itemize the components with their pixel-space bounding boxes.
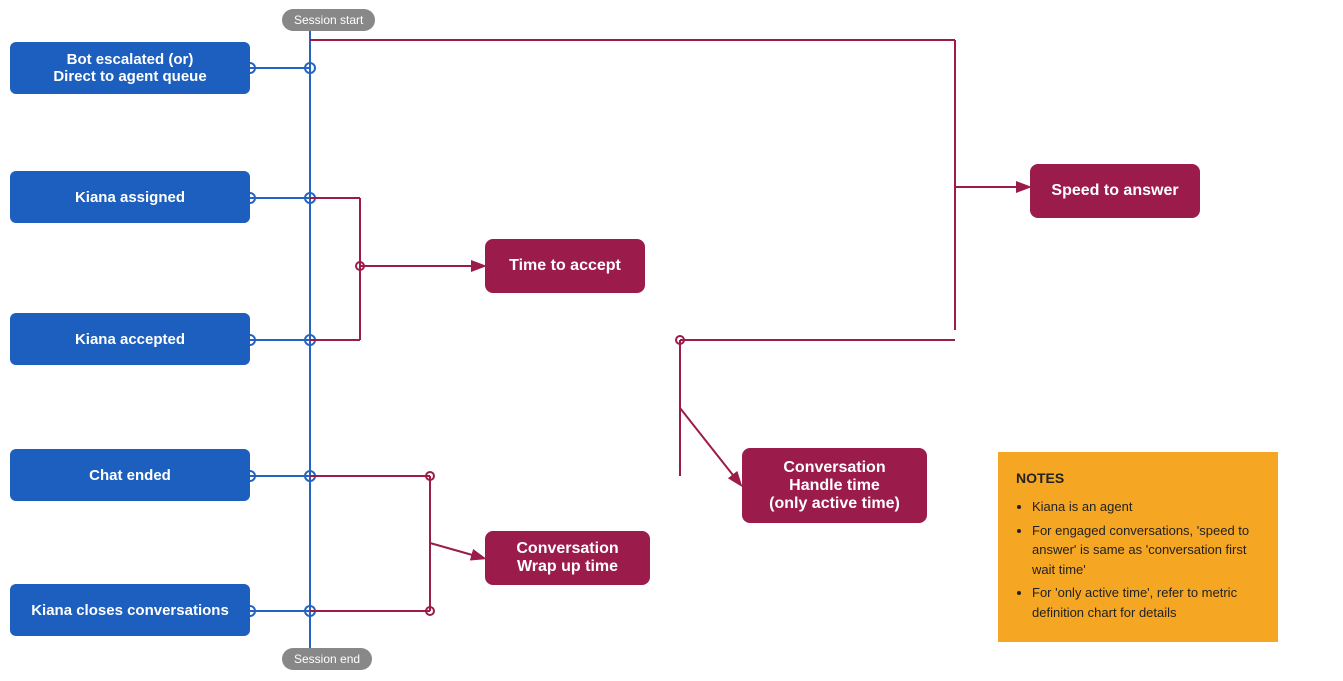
session-start-label: Session start (282, 9, 375, 31)
notes-item-2: For engaged conversations, 'speed to ans… (1032, 521, 1260, 580)
metric-box-conversation-handle-time: Conversation Handle time (only active ti… (742, 448, 927, 523)
metric-box-speed-to-answer: Speed to answer (1030, 164, 1200, 218)
event-box-bot-escalated: Bot escalated (or) Direct to agent queue (10, 42, 250, 94)
notes-item-3: For 'only active time', refer to metric … (1032, 583, 1260, 622)
metric-box-conversation-wrap-up: Conversation Wrap up time (485, 531, 650, 585)
notes-list: Kiana is an agent For engaged conversati… (1016, 497, 1260, 622)
session-end-label: Session end (282, 648, 372, 670)
event-box-chat-ended: Chat ended (10, 449, 250, 501)
notes-box: NOTES Kiana is an agent For engaged conv… (998, 452, 1278, 642)
diagram-container: Session start Session end Bot escalated … (0, 0, 1343, 681)
event-box-kiana-closes: Kiana closes conversations (10, 584, 250, 636)
metric-box-time-to-accept: Time to accept (485, 239, 645, 293)
event-box-kiana-accepted: Kiana accepted (10, 313, 250, 365)
notes-title: NOTES (1016, 468, 1260, 489)
notes-item-1: Kiana is an agent (1032, 497, 1260, 517)
event-box-kiana-assigned: Kiana assigned (10, 171, 250, 223)
